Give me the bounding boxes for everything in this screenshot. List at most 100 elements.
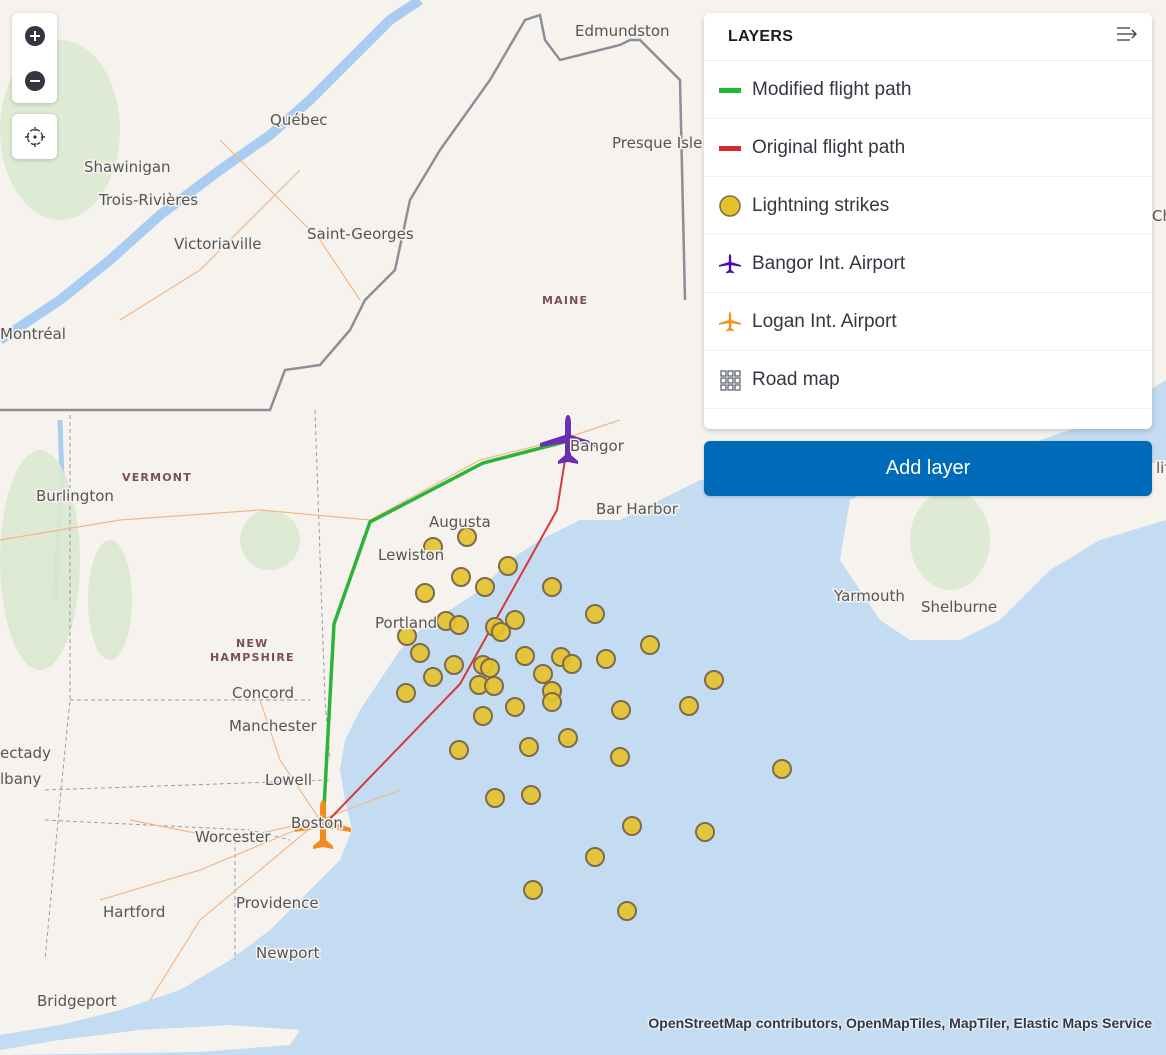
place-label: Manchester bbox=[229, 717, 318, 735]
lightning-strike[interactable] bbox=[505, 610, 525, 630]
lightning-strike[interactable] bbox=[695, 822, 715, 842]
lightning-strike[interactable] bbox=[562, 654, 582, 674]
layers-panel-header: LAYERS bbox=[704, 13, 1152, 61]
layer-item-original-flight-path[interactable]: Original flight path bbox=[704, 119, 1152, 177]
place-label: Bangor bbox=[570, 437, 625, 455]
lightning-strike[interactable] bbox=[523, 880, 543, 900]
place-label: Ch bbox=[1152, 207, 1166, 225]
lightning-strike[interactable] bbox=[498, 556, 518, 576]
place-label: Providence bbox=[236, 894, 319, 912]
airport-icon bbox=[719, 311, 741, 333]
lightning-strike[interactable] bbox=[610, 747, 630, 767]
place-label: Augusta bbox=[429, 513, 491, 531]
lightning-strike[interactable] bbox=[475, 577, 495, 597]
lightning-strike[interactable] bbox=[640, 635, 660, 655]
layer-item-lightning-strikes[interactable]: Lightning strikes bbox=[704, 177, 1152, 235]
place-label: Lowell bbox=[265, 771, 312, 789]
lightning-strike[interactable] bbox=[558, 728, 578, 748]
lightning-strike[interactable] bbox=[611, 700, 631, 720]
lightning-strike[interactable] bbox=[519, 737, 539, 757]
lightning-strike[interactable] bbox=[772, 759, 792, 779]
layers-panel-title: LAYERS bbox=[728, 27, 794, 45]
map-attribution: OpenStreetMap contributors, OpenMapTiles… bbox=[648, 1015, 1152, 1031]
place-label: Edmundston bbox=[575, 22, 670, 40]
lightning-strike[interactable] bbox=[485, 788, 505, 808]
lightning-strike[interactable] bbox=[515, 646, 535, 666]
place-label: Victoriaville bbox=[174, 235, 262, 253]
lightning-strike[interactable] bbox=[484, 676, 504, 696]
layer-label: Logan Int. Airport bbox=[752, 310, 897, 332]
layer-item-modified-flight-path[interactable]: Modified flight path bbox=[704, 61, 1152, 119]
layer-list: Modified flight path Original flight path… bbox=[704, 61, 1152, 409]
lightning-strike[interactable] bbox=[542, 692, 562, 712]
place-label: Lewiston bbox=[378, 546, 444, 564]
crosshair-icon bbox=[24, 126, 45, 147]
place-label: Shawinigan bbox=[84, 158, 171, 176]
add-layer-button[interactable]: Add layer bbox=[704, 441, 1152, 496]
lightning-strike[interactable] bbox=[585, 604, 605, 624]
minus-circle-icon bbox=[24, 70, 45, 91]
layer-item-road-map[interactable]: Road map bbox=[704, 351, 1152, 409]
place-label: Hartford bbox=[103, 903, 165, 921]
lightning-strike[interactable] bbox=[449, 615, 469, 635]
plus-circle-icon bbox=[24, 25, 45, 46]
place-label: Montréal bbox=[0, 325, 66, 343]
layer-label: Original flight path bbox=[752, 136, 906, 158]
lightning-strike[interactable] bbox=[480, 658, 500, 678]
lightning-strike[interactable] bbox=[415, 583, 435, 603]
state-label: VERMONT bbox=[122, 471, 192, 484]
lightning-strike[interactable] bbox=[617, 901, 637, 921]
layer-label: Bangor Int. Airport bbox=[752, 252, 906, 274]
layers-panel: LAYERS Modified flight path Original flig… bbox=[704, 13, 1152, 429]
lightning-strike[interactable] bbox=[451, 567, 471, 587]
line-swatch-icon bbox=[719, 137, 741, 159]
place-label: Burlington bbox=[36, 487, 114, 505]
lightning-strike[interactable] bbox=[473, 706, 493, 726]
lightning-strike[interactable] bbox=[596, 649, 616, 669]
layer-item-bangor-int-airport[interactable]: Bangor Int. Airport bbox=[704, 235, 1152, 293]
airport-icon bbox=[719, 253, 741, 275]
place-label: Shelburne bbox=[921, 598, 997, 616]
grid-icon bbox=[719, 369, 741, 391]
lightning-strike[interactable] bbox=[704, 670, 724, 690]
lightning-strike[interactable] bbox=[622, 816, 642, 836]
zoom-in-button[interactable] bbox=[12, 13, 57, 58]
lightning-strike[interactable] bbox=[505, 697, 525, 717]
place-label: Québec bbox=[270, 111, 328, 129]
fit-to-data-button[interactable] bbox=[12, 114, 57, 159]
layer-label: Modified flight path bbox=[752, 78, 912, 100]
lightning-strike[interactable] bbox=[410, 643, 430, 663]
place-label: Newport bbox=[256, 944, 320, 962]
place-label: Boston bbox=[291, 814, 343, 832]
lightning-strike[interactable] bbox=[423, 667, 443, 687]
lightning-strike[interactable] bbox=[396, 683, 416, 703]
zoom-controls bbox=[12, 13, 57, 103]
line-swatch-icon bbox=[719, 79, 741, 101]
place-label: lbany bbox=[0, 770, 41, 788]
place-label: Portland bbox=[375, 614, 437, 632]
state-label: NEW bbox=[236, 637, 268, 650]
lightning-strike[interactable] bbox=[679, 696, 699, 716]
place-label: ectady bbox=[0, 744, 51, 762]
place-label: Saint-Georges bbox=[307, 225, 414, 243]
place-label: Bar Harbor bbox=[596, 500, 679, 518]
place-label: Worcester bbox=[195, 828, 271, 846]
locate-control bbox=[12, 114, 57, 159]
place-label: Presque Isle bbox=[612, 134, 702, 152]
zoom-out-button[interactable] bbox=[12, 58, 57, 103]
circle-swatch-icon bbox=[719, 194, 741, 217]
collapse-panel-icon[interactable] bbox=[1116, 26, 1138, 47]
state-label: MAINE bbox=[542, 294, 588, 307]
layer-item-logan-int-airport[interactable]: Logan Int. Airport bbox=[704, 293, 1152, 351]
lightning-strike[interactable] bbox=[542, 577, 562, 597]
layer-label: Road map bbox=[752, 368, 840, 390]
place-label: Yarmouth bbox=[833, 587, 905, 605]
lightning-strike[interactable] bbox=[521, 785, 541, 805]
lightning-strike[interactable] bbox=[444, 655, 464, 675]
lightning-strike[interactable] bbox=[533, 664, 553, 684]
place-label: Trois-Rivières bbox=[98, 191, 198, 209]
lightning-strike[interactable] bbox=[449, 740, 469, 760]
layer-label: Lightning strikes bbox=[752, 194, 890, 216]
lightning-strike[interactable] bbox=[585, 847, 605, 867]
place-label: Bridgeport bbox=[37, 992, 117, 1010]
